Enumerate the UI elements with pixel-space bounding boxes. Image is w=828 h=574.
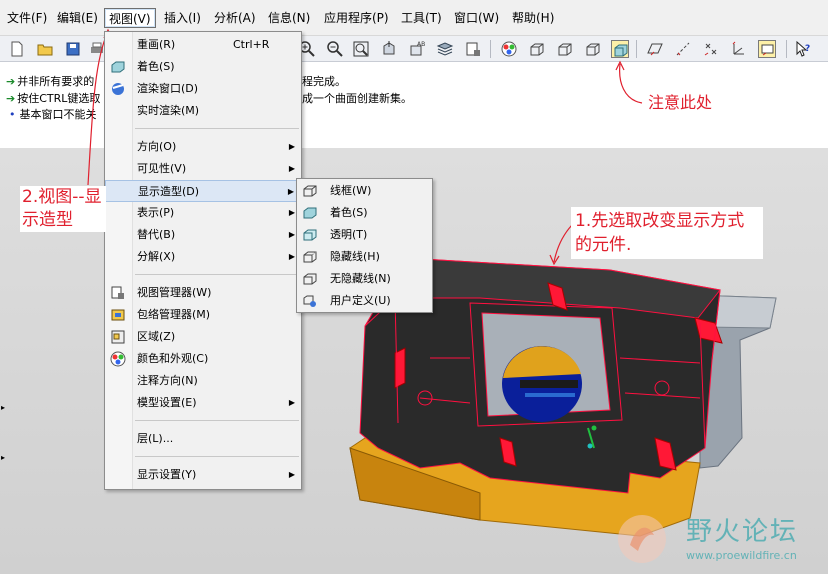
menu-item-display-settings[interactable]: 显示设置(Y) ▶ [105,464,301,486]
menu-item-orientation[interactable]: 方向(O) ▶ [105,136,301,158]
submenu-item-hidden-line[interactable]: 隐藏线(H) [297,246,432,268]
menu-item-annotation-orientation[interactable]: 注释方向(N) [105,370,301,392]
submenu-arrow-icon: ▶ [288,252,295,261]
display-style-submenu: 线框(W) 着色(S) 透明(T) 隐藏线(H) 无隐藏线(N) 用户定义(U) [296,178,433,313]
submenu-item-user-defined[interactable]: 用户定义(U) [297,290,432,312]
shading-icon [303,207,317,219]
menu-item-explode[interactable]: 分解(X) ▶ [105,246,301,268]
submenu-arrow-icon: ▶ [288,470,295,479]
submenu-arrow-icon: ▶ [288,398,295,407]
submenu-arrow-icon: ▶ [288,208,295,217]
menu-separator [135,274,299,275]
menu-item-view-manager[interactable]: 视图管理器(W) [105,282,301,304]
menu-item-representation[interactable]: 表示(P) ▶ [105,202,301,224]
submenu-arrow-icon: ▶ [288,164,295,173]
watermark: 野火论坛 www.proewildfire.cn [612,505,826,573]
annotation-step2: 2.视图--显示造型 [20,186,106,232]
zone-icon [111,330,125,344]
no-hidden-icon [303,273,317,285]
menu-item-model-setup[interactable]: 模型设置(E) ▶ [105,392,301,414]
user-defined-icon [303,295,316,307]
view-menu: 重画(R) Ctrl+R 着色(S) 渲染窗口(D) 实时渲染(M) 方向(O)… [104,31,302,490]
menu-item-shade[interactable]: 着色(S) [105,56,301,78]
submenu-item-transparent[interactable]: 透明(T) [297,224,432,246]
menu-item-repaint[interactable]: 重画(R) Ctrl+R [105,34,301,56]
hidden-line-icon [303,251,317,263]
color-appearance-icon [110,351,126,367]
menu-item-realtime-render[interactable]: 实时渲染(M) [105,100,301,122]
envelope-manager-icon [111,309,125,321]
menu-item-visibility[interactable]: 可见性(V) ▶ [105,158,301,180]
view-manager-icon [111,286,124,299]
annotation-step1: 1.先选取改变显示方式的元件. [571,207,763,259]
watermark-title: 野火论坛 [686,517,799,547]
submenu-item-wireframe[interactable]: 线框(W) [297,180,432,202]
submenu-item-no-hidden[interactable]: 无隐藏线(N) [297,268,432,290]
menu-item-display-style[interactable]: 显示造型(D) ▶ [105,180,301,202]
watermark-url: www.proewildfire.cn [686,549,797,562]
menu-separator [135,456,299,457]
menu-separator [135,420,299,421]
menu-item-substitute[interactable]: 替代(B) ▶ [105,224,301,246]
menu-item-layers[interactable]: 层(L)... [105,428,301,450]
shade-icon [111,61,125,73]
submenu-item-shading[interactable]: 着色(S) [297,202,432,224]
menu-separator [135,128,299,129]
menu-item-color-appearance[interactable]: 颜色和外观(C) [105,348,301,370]
wireframe-icon [303,185,317,197]
menu-item-zone[interactable]: 区域(Z) [105,326,301,348]
menu-item-render-window[interactable]: 渲染窗口(D) [105,78,301,100]
submenu-arrow-icon: ▶ [288,142,295,151]
annotation-note: 注意此处 [644,88,740,118]
render-window-icon [112,83,124,95]
submenu-arrow-icon: ▶ [287,187,294,196]
transparent-icon [303,229,317,241]
menu-item-envelope-manager[interactable]: 包络管理器(M) [105,304,301,326]
submenu-arrow-icon: ▶ [288,230,295,239]
shortcut-label: Ctrl+R [233,38,270,51]
